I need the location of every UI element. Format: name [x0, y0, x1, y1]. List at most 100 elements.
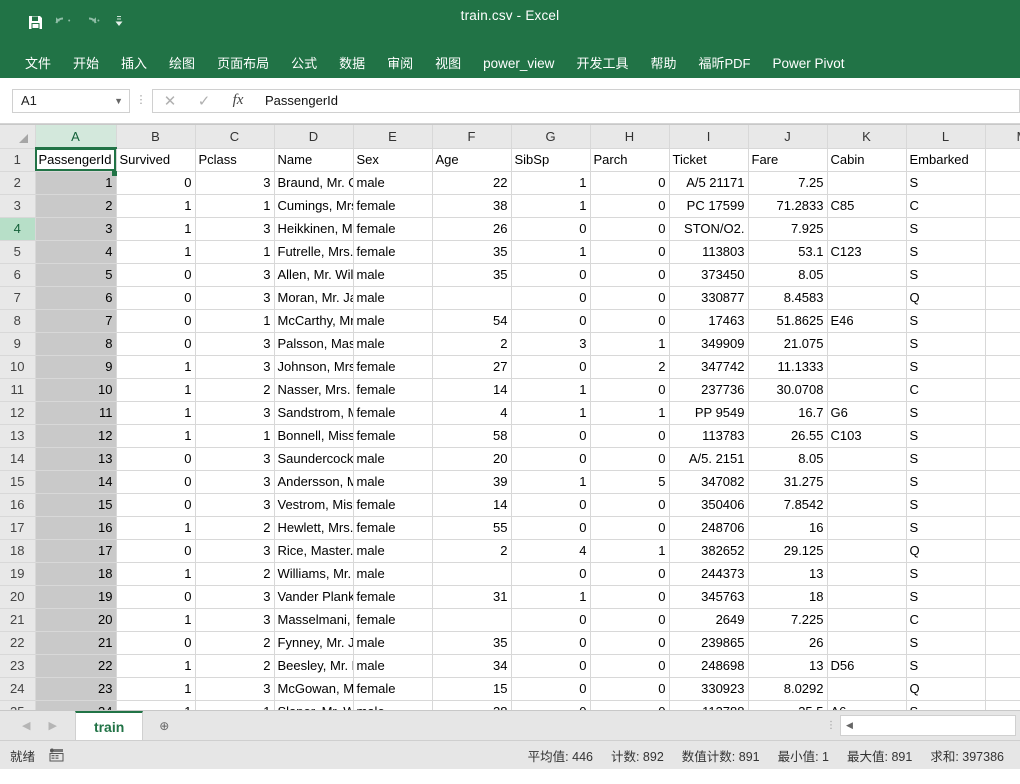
- cell-B22[interactable]: 0: [116, 631, 196, 655]
- row-header-13[interactable]: 13: [0, 424, 36, 448]
- cell-K5[interactable]: C123: [827, 240, 907, 264]
- cell-A3[interactable]: 2: [35, 194, 117, 218]
- cell-A9[interactable]: 8: [35, 332, 117, 356]
- cell-L13[interactable]: S: [906, 424, 986, 448]
- row-header-19[interactable]: 19: [0, 562, 36, 586]
- column-header-h[interactable]: H: [590, 125, 670, 149]
- cell-F25[interactable]: 28: [432, 700, 512, 710]
- cell-A11[interactable]: 10: [35, 378, 117, 402]
- cell-E22[interactable]: male: [353, 631, 433, 655]
- cell-L24[interactable]: Q: [906, 677, 986, 701]
- cell-C22[interactable]: 2: [195, 631, 275, 655]
- cell-A22[interactable]: 21: [35, 631, 117, 655]
- cell-J2[interactable]: 7.25: [748, 171, 828, 195]
- cell-H11[interactable]: 0: [590, 378, 670, 402]
- cell-I14[interactable]: A/5. 2151: [669, 447, 749, 471]
- cell-E3[interactable]: female: [353, 194, 433, 218]
- cell-E8[interactable]: male: [353, 309, 433, 333]
- cell-F14[interactable]: 20: [432, 447, 512, 471]
- cell-G10[interactable]: 0: [511, 355, 591, 379]
- customize-quick-access-icon[interactable]: [106, 9, 132, 35]
- cell-M10[interactable]: [985, 355, 1020, 379]
- cell-J14[interactable]: 8.05: [748, 447, 828, 471]
- cell-B11[interactable]: 1: [116, 378, 196, 402]
- cell-E19[interactable]: male: [353, 562, 433, 586]
- cell-K13[interactable]: C103: [827, 424, 907, 448]
- cell-G2[interactable]: 1: [511, 171, 591, 195]
- column-header-i[interactable]: I: [669, 125, 749, 149]
- row-header-24[interactable]: 24: [0, 677, 36, 701]
- cell-D22[interactable]: Fynney, Mr. Joseph J: [274, 631, 354, 655]
- ribbon-tab-power-pivot[interactable]: Power Pivot: [761, 57, 855, 78]
- undo-icon[interactable]: [50, 9, 76, 35]
- cell-F3[interactable]: 38: [432, 194, 512, 218]
- cell-A13[interactable]: 12: [35, 424, 117, 448]
- cell-B6[interactable]: 0: [116, 263, 196, 287]
- formula-input[interactable]: PassengerId: [255, 88, 1020, 113]
- cell-D7[interactable]: Moran, Mr. James: [274, 286, 354, 310]
- cell-E13[interactable]: female: [353, 424, 433, 448]
- cell-D17[interactable]: Hewlett, Mrs. Mary D: [274, 516, 354, 540]
- cell-H9[interactable]: 1: [590, 332, 670, 356]
- cell-I2[interactable]: A/5 21171: [669, 171, 749, 195]
- cell-B10[interactable]: 1: [116, 355, 196, 379]
- cell-L21[interactable]: C: [906, 608, 986, 632]
- cell-A19[interactable]: 18: [35, 562, 117, 586]
- row-header-20[interactable]: 20: [0, 585, 36, 609]
- cell-D10[interactable]: Johnson, Mrs. Oscar W: [274, 355, 354, 379]
- cell-A21[interactable]: 20: [35, 608, 117, 632]
- insert-function-icon[interactable]: fx: [221, 90, 255, 112]
- cell-L10[interactable]: S: [906, 355, 986, 379]
- cell-D9[interactable]: Palsson, Master. Gosta: [274, 332, 354, 356]
- sheet-tab-train[interactable]: train: [74, 711, 144, 740]
- cell-H13[interactable]: 0: [590, 424, 670, 448]
- cell-A14[interactable]: 13: [35, 447, 117, 471]
- ribbon-tab-kaishi[interactable]: 开始: [62, 57, 110, 78]
- cell-B23[interactable]: 1: [116, 654, 196, 678]
- cell-C11[interactable]: 2: [195, 378, 275, 402]
- cell-D2[interactable]: Braund, Mr. Owen Harris: [274, 171, 354, 195]
- row-header-17[interactable]: 17: [0, 516, 36, 540]
- cell-F12[interactable]: 4: [432, 401, 512, 425]
- cell-C2[interactable]: 3: [195, 171, 275, 195]
- cell-H2[interactable]: 0: [590, 171, 670, 195]
- cell-L14[interactable]: S: [906, 447, 986, 471]
- cell-H7[interactable]: 0: [590, 286, 670, 310]
- cell-H8[interactable]: 0: [590, 309, 670, 333]
- cell-K15[interactable]: [827, 470, 907, 494]
- cell-F18[interactable]: 2: [432, 539, 512, 563]
- cell-A23[interactable]: 22: [35, 654, 117, 678]
- column-header-d[interactable]: D: [274, 125, 354, 149]
- cell-K14[interactable]: [827, 447, 907, 471]
- cell-F15[interactable]: 39: [432, 470, 512, 494]
- cell-K25[interactable]: A6: [827, 700, 907, 710]
- cell-C4[interactable]: 3: [195, 217, 275, 241]
- row-header-9[interactable]: 9: [0, 332, 36, 356]
- cell-G24[interactable]: 0: [511, 677, 591, 701]
- cell-M21[interactable]: [985, 608, 1020, 632]
- cell-F24[interactable]: 15: [432, 677, 512, 701]
- cell-M9[interactable]: [985, 332, 1020, 356]
- cell-B2[interactable]: 0: [116, 171, 196, 195]
- cell-J10[interactable]: 11.1333: [748, 355, 828, 379]
- cell-E11[interactable]: female: [353, 378, 433, 402]
- cell-F22[interactable]: 35: [432, 631, 512, 655]
- scroll-left-icon[interactable]: ◀: [841, 720, 858, 731]
- cell-E7[interactable]: male: [353, 286, 433, 310]
- cell-I13[interactable]: 113783: [669, 424, 749, 448]
- cell-B24[interactable]: 1: [116, 677, 196, 701]
- cell-C19[interactable]: 2: [195, 562, 275, 586]
- cell-B17[interactable]: 1: [116, 516, 196, 540]
- cell-H25[interactable]: 0: [590, 700, 670, 710]
- cell-A25[interactable]: 24: [35, 700, 117, 710]
- cell-D24[interactable]: McGowan, Miss. Anna: [274, 677, 354, 701]
- cell-L8[interactable]: S: [906, 309, 986, 333]
- cell-F13[interactable]: 58: [432, 424, 512, 448]
- cell-G14[interactable]: 0: [511, 447, 591, 471]
- cell-L7[interactable]: Q: [906, 286, 986, 310]
- cell-L19[interactable]: S: [906, 562, 986, 586]
- cell-C18[interactable]: 3: [195, 539, 275, 563]
- cell-E18[interactable]: male: [353, 539, 433, 563]
- cell-B5[interactable]: 1: [116, 240, 196, 264]
- row-header-5[interactable]: 5: [0, 240, 36, 264]
